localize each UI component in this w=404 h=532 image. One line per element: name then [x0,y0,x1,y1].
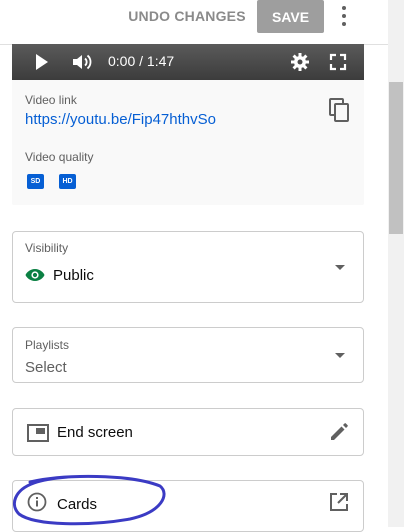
visibility-value: Public [53,267,94,284]
visibility-dropdown[interactable]: Visibility Public [12,231,364,303]
scrollbar-thumb[interactable] [389,82,403,234]
video-link[interactable]: https://youtu.be/Fip47hthvSo [25,111,216,128]
more-vert-icon[interactable] [332,2,356,30]
playback-time: 0:00 / 1:47 [108,53,175,69]
cards-label: Cards [57,496,98,513]
chevron-down-icon [335,353,345,358]
open-external-icon[interactable] [329,492,349,512]
copy-icon[interactable] [328,97,352,123]
playlists-placeholder: Select [25,359,67,376]
scrollbar-track[interactable] [388,0,404,527]
undo-changes-button[interactable]: UNDO CHANGES [127,0,247,31]
chevron-down-icon [335,265,345,270]
video-link-label: Video link [25,93,77,107]
player-controls: 0:00 / 1:47 [12,44,364,80]
end-screen-icon [27,424,49,442]
cards-row[interactable]: Cards [12,480,364,532]
playlists-dropdown[interactable]: Playlists Select [12,327,364,383]
video-quality-label: Video quality [25,150,94,164]
video-card: 0:00 / 1:47 Video link https://youtu.be/… [12,44,364,205]
pencil-icon[interactable] [329,422,349,442]
playlists-label: Playlists [25,338,70,352]
volume-icon[interactable] [72,53,92,71]
save-button[interactable]: SAVE [257,0,324,33]
fullscreen-icon[interactable] [328,52,348,72]
end-screen-label: End screen [57,424,133,441]
sd-quality-badge: SD [27,174,44,189]
play-icon[interactable] [36,54,48,70]
top-bar: UNDO CHANGES SAVE [0,0,388,44]
info-icon [27,492,47,512]
end-screen-row[interactable]: End screen [12,408,364,456]
hd-quality-badge: HD [59,174,76,189]
eye-icon [25,269,45,281]
gear-icon[interactable] [290,52,310,72]
visibility-label: Visibility [25,241,69,255]
